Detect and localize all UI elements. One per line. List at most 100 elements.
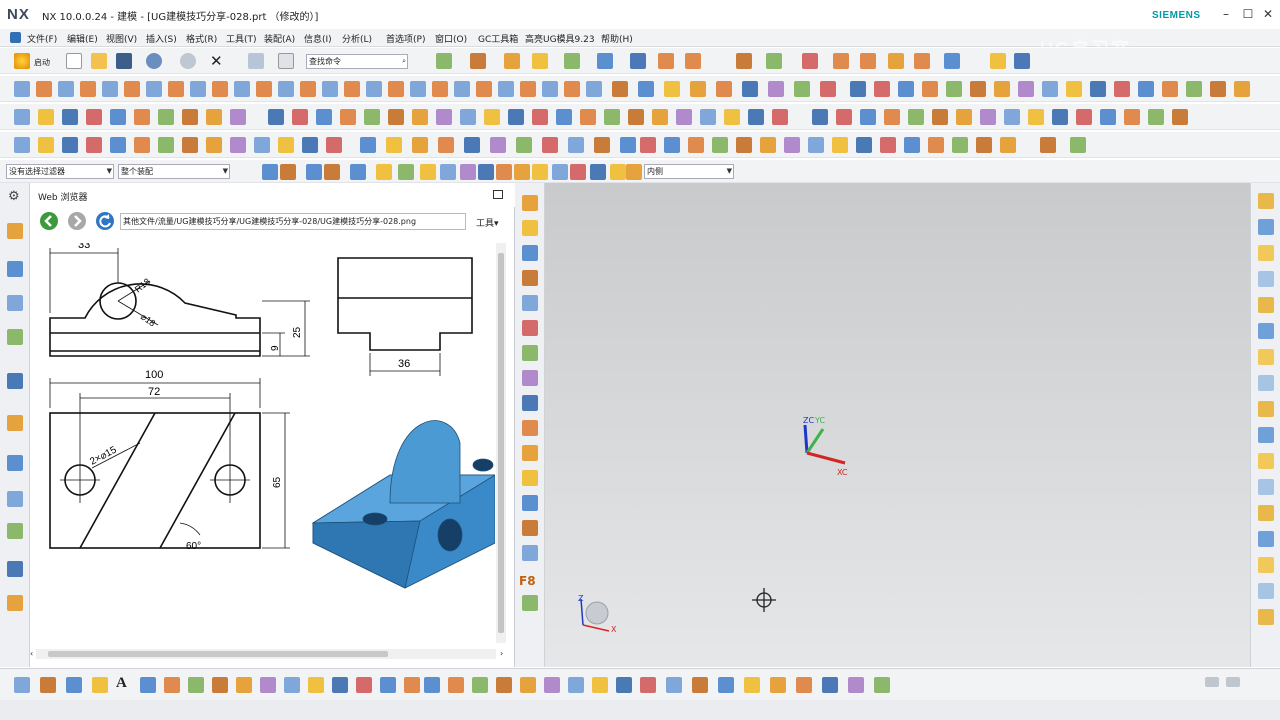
sketch-tool-icon[interactable] (380, 677, 396, 693)
view-command-icon[interactable] (522, 395, 538, 411)
gc-tool-icon[interactable] (594, 137, 610, 153)
sketch-tool-icon[interactable] (424, 677, 440, 693)
sketch-tool-icon[interactable] (448, 677, 464, 693)
feature-command-icon[interactable] (344, 81, 360, 97)
sketch-tool-icon[interactable] (848, 677, 864, 693)
forward-icon[interactable] (68, 212, 86, 230)
menu-edit[interactable]: 编辑(E) (67, 32, 98, 45)
toolbar-command-icon[interactable] (888, 53, 904, 69)
selection-option-icon[interactable] (514, 164, 530, 180)
gc-tool-icon[interactable] (386, 137, 402, 153)
view-command-icon[interactable] (522, 420, 538, 436)
gc-tool-icon[interactable] (542, 137, 558, 153)
curve-command-icon[interactable] (1258, 479, 1274, 495)
feature-command-icon[interactable] (1090, 81, 1106, 97)
gc-tool-icon[interactable] (134, 137, 150, 153)
selection-option-icon[interactable] (570, 164, 586, 180)
curve-command-icon[interactable] (1258, 323, 1274, 339)
refresh-icon[interactable] (96, 212, 114, 230)
gc-tool-icon[interactable] (230, 137, 246, 153)
surface-command-icon[interactable] (860, 109, 876, 125)
gc-tool-icon[interactable] (688, 137, 704, 153)
toolbar-command-icon[interactable] (736, 53, 752, 69)
menu-assembly[interactable]: 装配(A) (264, 32, 295, 45)
gc-tool-icon[interactable] (1040, 137, 1056, 153)
gc-tool-icon[interactable] (490, 137, 506, 153)
feature-command-icon[interactable] (300, 81, 316, 97)
toolbar-command-icon[interactable] (532, 53, 548, 69)
sketch-tool-icon[interactable] (692, 677, 708, 693)
sketch-tool-icon[interactable] (332, 677, 348, 693)
sketch-tool-icon[interactable] (718, 677, 734, 693)
feature-command-icon[interactable] (664, 81, 680, 97)
feature-command-icon[interactable] (1018, 81, 1034, 97)
curve-command-icon[interactable] (1258, 219, 1274, 235)
menu-file[interactable]: 文件(F) (27, 32, 57, 45)
feature-command-icon[interactable] (742, 81, 758, 97)
surface-command-icon[interactable] (1100, 109, 1116, 125)
resource-tab-icon[interactable] (7, 295, 23, 311)
surface-command-icon[interactable] (364, 109, 380, 125)
gc-tool-icon[interactable] (856, 137, 872, 153)
resource-tab-icon[interactable] (7, 523, 23, 539)
feature-command-icon[interactable] (366, 81, 382, 97)
sketch-tool-icon[interactable] (260, 677, 276, 693)
toolbar-command-icon[interactable] (766, 53, 782, 69)
gc-tool-icon[interactable] (254, 137, 270, 153)
toolbar-command-icon[interactable] (470, 53, 486, 69)
sketch-tool-icon[interactable] (822, 677, 838, 693)
view-command-icon[interactable] (522, 220, 538, 236)
gc-tool-icon[interactable] (158, 137, 174, 153)
gc-tool-icon[interactable] (38, 137, 54, 153)
gc-tool-icon[interactable] (278, 137, 294, 153)
view-command-icon[interactable] (522, 370, 538, 386)
sketch-tool-icon[interactable] (744, 677, 760, 693)
curve-command-icon[interactable] (1258, 375, 1274, 391)
delete-icon[interactable]: ✕ (210, 52, 223, 70)
surface-command-icon[interactable] (1052, 109, 1068, 125)
feature-command-icon[interactable] (14, 81, 30, 97)
sketch-tool-icon[interactable] (308, 677, 324, 693)
gc-tool-icon[interactable] (736, 137, 752, 153)
surface-command-icon[interactable] (14, 109, 30, 125)
resource-tab-icon[interactable] (7, 415, 23, 431)
gc-tool-icon[interactable] (14, 137, 30, 153)
sketch-tool-icon[interactable] (236, 677, 252, 693)
toolbar-command-icon[interactable] (990, 53, 1006, 69)
web-vertical-scroll-thumb[interactable] (498, 253, 504, 633)
curve-command-icon[interactable] (1258, 245, 1274, 261)
feature-command-icon[interactable] (994, 81, 1010, 97)
gc-tool-icon[interactable] (1000, 137, 1016, 153)
gc-tool-icon[interactable] (880, 137, 896, 153)
selection-option-icon[interactable] (420, 164, 436, 180)
sketch-tool-icon[interactable] (164, 677, 180, 693)
toolbar-command-icon[interactable] (504, 53, 520, 69)
view-command-icon[interactable] (522, 470, 538, 486)
undo-icon[interactable] (146, 53, 162, 69)
scroll-left-icon[interactable]: ‹ (30, 649, 33, 658)
feature-command-icon[interactable] (1234, 81, 1250, 97)
selection-option-icon[interactable] (306, 164, 322, 180)
scroll-right-icon[interactable]: › (500, 649, 503, 658)
view-command-icon[interactable] (522, 520, 538, 536)
selection-option-icon[interactable] (324, 164, 340, 180)
toolbar-command-icon[interactable] (630, 53, 646, 69)
sketch-tool-icon[interactable] (796, 677, 812, 693)
feature-command-icon[interactable] (322, 81, 338, 97)
command-search-input[interactable]: 查找命令 ⌕ (306, 54, 408, 69)
selection-option-icon[interactable] (350, 164, 366, 180)
curve-command-icon[interactable] (1258, 505, 1274, 521)
graphics-window[interactable]: ZC YC XC Z X (545, 183, 1250, 667)
open-folder-icon[interactable] (91, 53, 107, 69)
curve-command-icon[interactable] (1258, 427, 1274, 443)
surface-command-icon[interactable] (158, 109, 174, 125)
sketch-tool-icon[interactable] (544, 677, 560, 693)
feature-command-icon[interactable] (820, 81, 836, 97)
toolbar-command-icon[interactable] (833, 53, 849, 69)
selection-option-icon[interactable] (478, 164, 494, 180)
surface-command-icon[interactable] (836, 109, 852, 125)
feature-command-icon[interactable] (1162, 81, 1178, 97)
gc-tool-icon[interactable] (904, 137, 920, 153)
curve-command-icon[interactable] (1258, 609, 1274, 625)
new-file-icon[interactable] (66, 53, 82, 69)
